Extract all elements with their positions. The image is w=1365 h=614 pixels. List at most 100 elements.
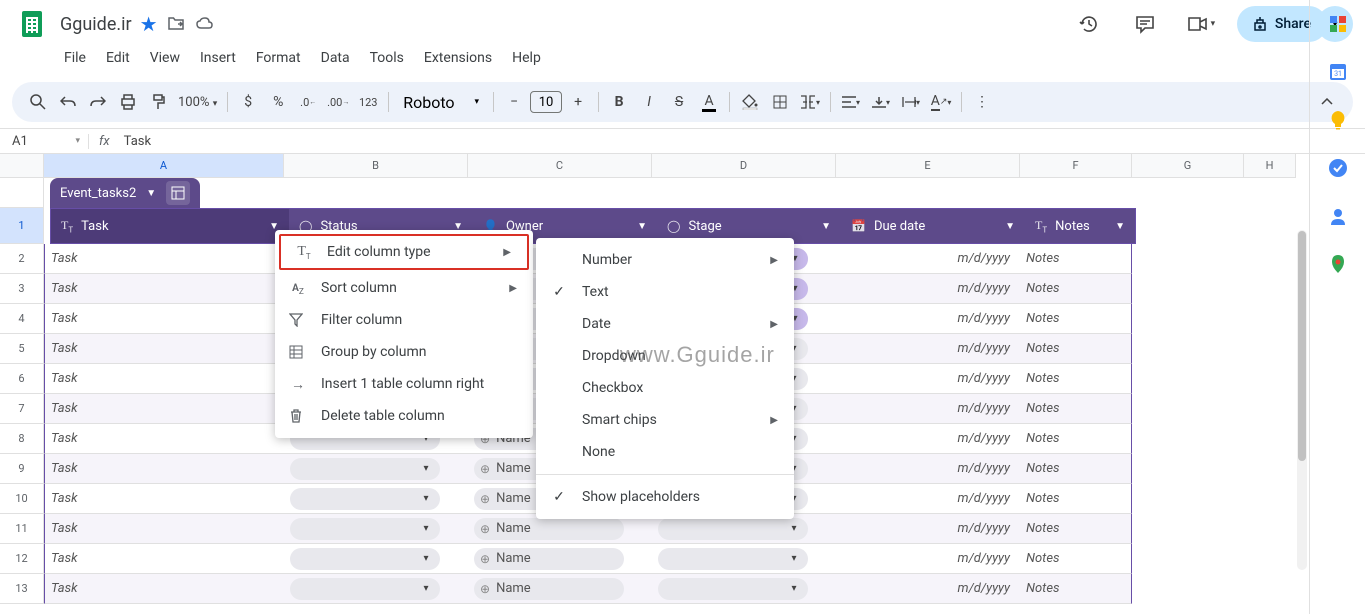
col-header-d[interactable]: D — [652, 154, 836, 178]
cell-notes[interactable]: Notes — [1020, 394, 1132, 424]
cell-due-date[interactable]: m/d/yyyy — [836, 274, 1020, 304]
cell-due-date[interactable]: m/d/yyyy — [836, 334, 1020, 364]
col-header-a[interactable]: A — [44, 154, 284, 178]
table-row[interactable]: 12 Task ▾ ⊕Name ▾ m/d/yyyy Notes — [0, 544, 1132, 574]
halign-icon[interactable]: ▾ — [837, 88, 865, 116]
cell-due-date[interactable]: m/d/yyyy — [836, 244, 1020, 274]
menu-extensions[interactable]: Extensions — [416, 48, 500, 74]
cell-notes[interactable]: Notes — [1020, 574, 1132, 604]
merge-icon[interactable]: ▾ — [796, 88, 824, 116]
zoom-select[interactable]: 100% ▾ — [174, 95, 221, 110]
keep-icon[interactable] — [1328, 110, 1348, 130]
cell-notes[interactable]: Notes — [1020, 514, 1132, 544]
header-notes[interactable]: TTNotes▼ — [1025, 209, 1135, 243]
font-select[interactable]: Roboto▾ — [395, 93, 487, 112]
col-header-h[interactable]: H — [1244, 154, 1296, 178]
doc-title[interactable]: Gguide.ir — [60, 14, 132, 35]
increase-decimal-icon[interactable]: .00→ — [324, 88, 352, 116]
cell-notes[interactable]: Notes — [1020, 304, 1132, 334]
cell-owner[interactable]: ⊕Name — [468, 544, 652, 574]
font-size-input[interactable]: 10 — [530, 91, 562, 113]
menu-item[interactable]: AZSort column▶ — [275, 272, 533, 304]
menu-insert[interactable]: Insert — [192, 48, 244, 74]
formula-input[interactable]: Task — [120, 134, 151, 149]
valign-icon[interactable]: ▾ — [867, 88, 895, 116]
cell-status[interactable]: ▾ — [284, 544, 468, 574]
menu-view[interactable]: View — [142, 48, 188, 74]
borders-icon[interactable] — [766, 88, 794, 116]
menu-item[interactable]: →Insert 1 table column right — [275, 368, 533, 400]
wrap-icon[interactable]: ▾ — [897, 88, 925, 116]
undo-icon[interactable] — [54, 88, 82, 116]
cell-task[interactable]: Task — [44, 454, 284, 484]
col-header-g[interactable]: G — [1132, 154, 1244, 178]
contacts-icon[interactable] — [1328, 206, 1348, 226]
cell-notes[interactable]: Notes — [1020, 334, 1132, 364]
more-icon[interactable]: ⋮ — [968, 88, 996, 116]
menu-file[interactable]: File — [56, 48, 94, 74]
cell-due-date[interactable]: m/d/yyyy — [836, 424, 1020, 454]
cell-task[interactable]: Task — [44, 424, 284, 454]
redo-icon[interactable] — [84, 88, 112, 116]
font-size-decrease[interactable]: − — [500, 88, 528, 116]
tasks-icon[interactable] — [1328, 158, 1348, 178]
menu-item[interactable]: None — [536, 436, 794, 468]
menu-item[interactable]: Delete table column — [275, 400, 533, 432]
cell-due-date[interactable]: m/d/yyyy — [836, 364, 1020, 394]
menu-item[interactable]: ✓Show placeholders — [536, 481, 794, 513]
cell-task[interactable]: Task — [44, 574, 284, 604]
cell-task[interactable]: Task — [44, 514, 284, 544]
vertical-scrollbar[interactable] — [1297, 230, 1307, 570]
sheets-logo[interactable] — [12, 4, 52, 44]
cell-task[interactable]: Task — [44, 484, 284, 514]
menu-item[interactable]: Date▶ — [536, 308, 794, 340]
cell-due-date[interactable]: m/d/yyyy — [836, 544, 1020, 574]
cell-task[interactable]: Task — [44, 364, 284, 394]
text-color-icon[interactable]: A — [695, 88, 723, 116]
cell-notes[interactable]: Notes — [1020, 544, 1132, 574]
menu-item[interactable]: Filter column — [275, 304, 533, 336]
menu-item[interactable]: TTEdit column type▶ — [281, 236, 527, 268]
meet-icon[interactable]: ▾ — [1181, 4, 1221, 44]
cell-task[interactable]: Task — [44, 244, 284, 274]
cell-status[interactable]: ▾ — [284, 574, 468, 604]
maps-icon[interactable] — [1328, 254, 1348, 274]
menu-format[interactable]: Format — [248, 48, 309, 74]
menu-data[interactable]: Data — [313, 48, 358, 74]
cloud-status-icon[interactable] — [196, 17, 214, 31]
menu-item[interactable]: Checkbox — [536, 372, 794, 404]
select-all-corner[interactable] — [0, 154, 44, 178]
table-chip[interactable]: Event_tasks2 ▼ — [50, 178, 200, 208]
cell-notes[interactable]: Notes — [1020, 274, 1132, 304]
more-formats-icon[interactable]: 123 — [354, 88, 382, 116]
menu-item[interactable]: Group by column — [275, 336, 533, 368]
cell-due-date[interactable]: m/d/yyyy — [836, 514, 1020, 544]
col-header-c[interactable]: C — [468, 154, 652, 178]
cell-stage[interactable]: ▾ — [652, 574, 836, 604]
chevron-down-icon[interactable]: ▼ — [146, 188, 156, 199]
cell-notes[interactable]: Notes — [1020, 424, 1132, 454]
cell-due-date[interactable]: m/d/yyyy — [836, 304, 1020, 334]
col-header-f[interactable]: F — [1020, 154, 1132, 178]
bold-icon[interactable]: B — [605, 88, 633, 116]
cell-task[interactable]: Task — [44, 304, 284, 334]
cell-due-date[interactable]: m/d/yyyy — [836, 454, 1020, 484]
search-icon[interactable] — [24, 88, 52, 116]
comments-icon[interactable] — [1125, 4, 1165, 44]
print-icon[interactable] — [114, 88, 142, 116]
table-view-icon[interactable] — [166, 181, 190, 205]
col-header-b[interactable]: B — [284, 154, 468, 178]
calendar-icon[interactable]: 31 — [1328, 62, 1348, 82]
cell-due-date[interactable]: m/d/yyyy — [836, 394, 1020, 424]
cell-task[interactable]: Task — [44, 544, 284, 574]
menu-item[interactable]: ✓Text — [536, 276, 794, 308]
cell-task[interactable]: Task — [44, 394, 284, 424]
menu-item[interactable]: Number▶ — [536, 244, 794, 276]
percent-icon[interactable]: % — [264, 88, 292, 116]
cell-status[interactable]: ▾ — [284, 514, 468, 544]
cell-notes[interactable]: Notes — [1020, 244, 1132, 274]
cell-due-date[interactable]: m/d/yyyy — [836, 484, 1020, 514]
addons-icon[interactable] — [1328, 14, 1348, 34]
menu-item[interactable]: Smart chips▶ — [536, 404, 794, 436]
cell-notes[interactable]: Notes — [1020, 454, 1132, 484]
